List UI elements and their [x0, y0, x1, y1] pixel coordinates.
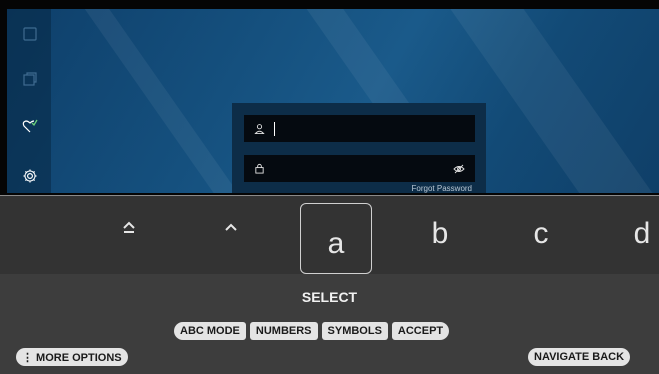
gear-icon[interactable]	[21, 167, 39, 185]
key-strip: a b c d	[0, 196, 659, 274]
accept-button[interactable]: ACCEPT	[391, 322, 450, 340]
symbols-button[interactable]: SYMBOLS	[321, 322, 388, 340]
login-panel: Forgot Password	[232, 103, 486, 193]
key-selected[interactable]: a	[300, 203, 372, 274]
key-b[interactable]: b	[420, 214, 460, 254]
heart-check-icon[interactable]	[21, 117, 39, 135]
user-icon	[252, 122, 266, 136]
on-screen-keyboard: a b c d SELECT ABC MODE NUMBERS SYMBOLS …	[0, 195, 659, 374]
sidebar	[7, 9, 51, 193]
copy-icon[interactable]	[21, 70, 39, 88]
key-c[interactable]: c	[521, 214, 561, 254]
lock-icon	[252, 162, 266, 176]
eye-off-icon[interactable]	[453, 162, 465, 174]
forgot-password-link[interactable]: Forgot Password	[412, 184, 472, 193]
shift-up-icon[interactable]	[114, 212, 144, 242]
text-cursor	[274, 121, 275, 136]
select-label: SELECT	[301, 289, 358, 305]
abc-mode-button[interactable]: ABC MODE	[174, 322, 246, 340]
username-field[interactable]	[244, 115, 475, 142]
numbers-button[interactable]: NUMBERS	[249, 322, 318, 340]
key-d[interactable]: d	[622, 214, 659, 254]
chevron-up-icon[interactable]	[216, 212, 246, 242]
key-selected-label: a	[327, 226, 345, 260]
square-icon[interactable]	[21, 25, 39, 43]
navigate-back-button[interactable]: NAVIGATE BACK	[528, 348, 631, 366]
tv-screen: Forgot Password	[0, 0, 659, 195]
mode-bar: ABC MODE NUMBERS SYMBOLS ACCEPT	[174, 322, 450, 340]
more-options-button[interactable]: ⋮ MORE OPTIONS	[16, 348, 128, 366]
password-field[interactable]	[244, 155, 475, 182]
